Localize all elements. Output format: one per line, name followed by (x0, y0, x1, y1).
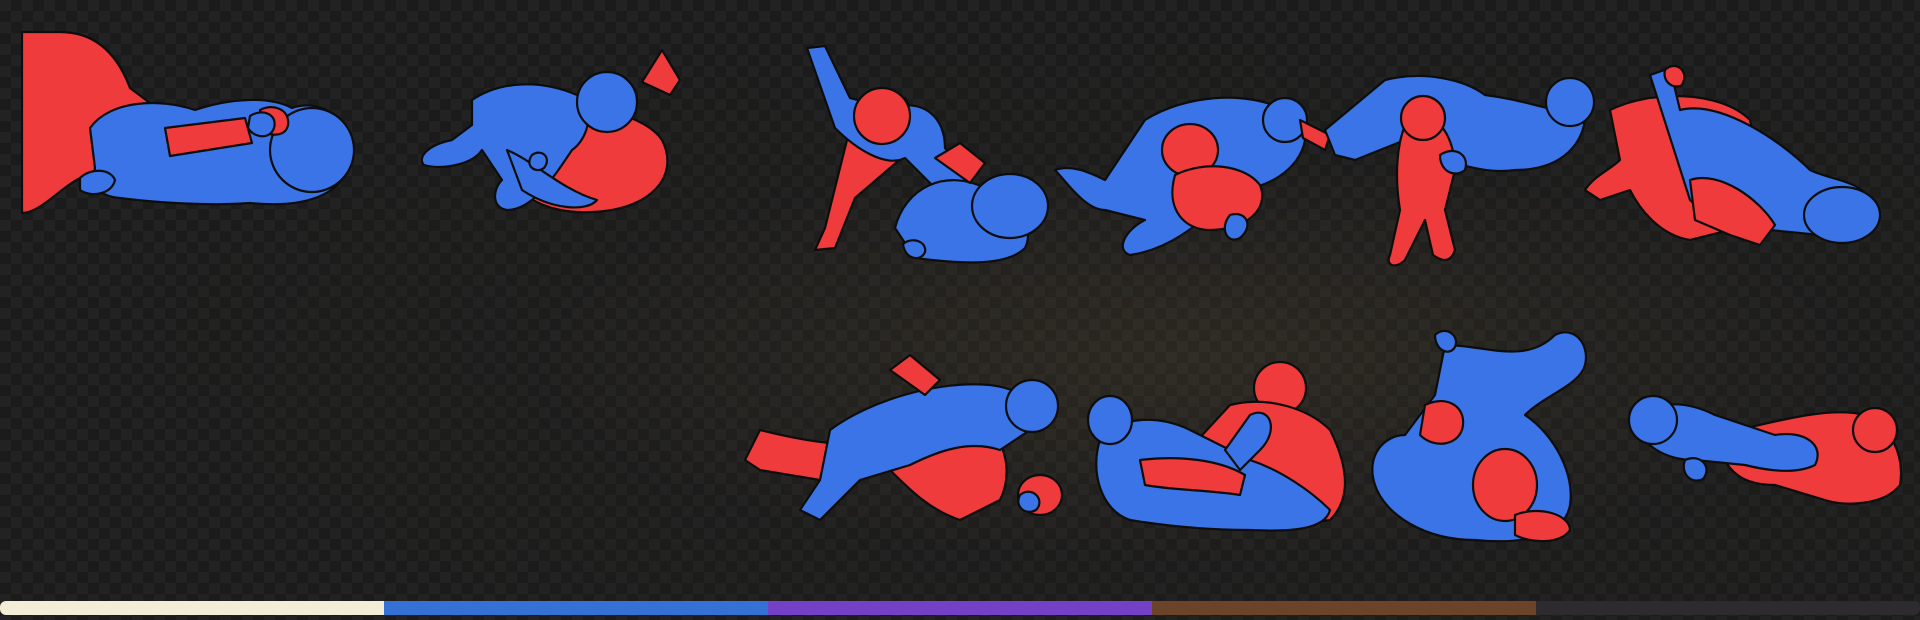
pose-gallery-canvas (0, 0, 1920, 620)
pose-card-2[interactable] (412, 40, 712, 220)
pose-7-illustration (743, 353, 1064, 522)
pose-card-5[interactable] (1315, 60, 1596, 280)
pose-3-illustration (805, 44, 1050, 264)
pose-4-illustration (1053, 96, 1332, 257)
belt-purple-segment[interactable] (768, 601, 1152, 615)
belt-blue-segment[interactable] (384, 601, 768, 615)
belt-black-segment[interactable] (1536, 601, 1920, 615)
pose-card-10[interactable] (1625, 375, 1915, 515)
pose-card-3[interactable] (795, 38, 1055, 268)
pose-card-8[interactable] (1080, 360, 1365, 540)
belt-white-segment[interactable] (0, 601, 384, 615)
pose-10-illustration (1627, 394, 1903, 505)
pose-card-4[interactable] (1045, 80, 1340, 260)
pose-card-9[interactable] (1365, 325, 1610, 550)
pose-8-illustration (1086, 360, 1346, 532)
pose-1-illustration (20, 30, 356, 215)
pose-card-6[interactable] (1570, 60, 1882, 275)
pose-2-illustration (420, 48, 682, 214)
belt-progress-bar (0, 601, 1920, 615)
pose-6-illustration (1583, 64, 1882, 247)
pose-card-7[interactable] (740, 350, 1080, 540)
belt-brown-segment[interactable] (1152, 601, 1536, 615)
pose-card-1[interactable] (20, 28, 356, 223)
pose-5-illustration (1323, 74, 1596, 267)
pose-9-illustration (1371, 329, 1588, 543)
